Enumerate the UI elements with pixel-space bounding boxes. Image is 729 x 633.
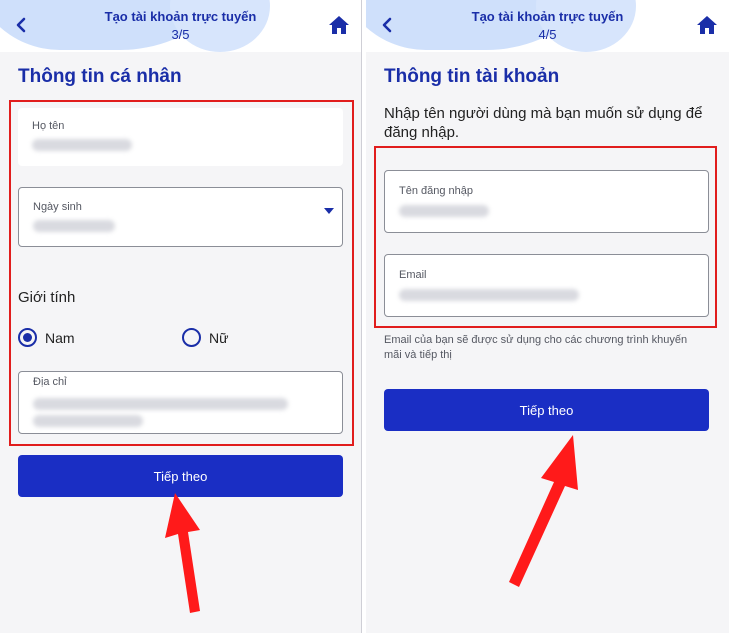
highlight-box (374, 146, 717, 328)
screen-personal-info: Tạo tài khoản trực tuyến 3/5 Thông tin c… (0, 0, 361, 633)
highlight-box (9, 100, 354, 446)
arrow-annotation (165, 493, 200, 613)
header-title: Tạo tài khoản trực tuyến (471, 9, 624, 24)
home-icon (329, 16, 349, 34)
next-button[interactable]: Tiếp theo (18, 455, 343, 497)
intro-text: Nhập tên người dùng mà bạn muốn sử dụng … (384, 105, 703, 141)
app-header: Tạo tài khoản trực tuyến 4/5 (366, 0, 729, 52)
home-button[interactable] (327, 13, 351, 37)
step-indicator: 4/5 (538, 27, 557, 42)
arrow-annotation (509, 435, 578, 587)
step-indicator: 3/5 (171, 27, 190, 42)
home-icon (697, 16, 717, 34)
section-title: Thông tin cá nhân (18, 66, 182, 87)
section-title: Thông tin tài khoản (384, 66, 560, 87)
home-button[interactable] (695, 13, 719, 37)
header-title: Tạo tài khoản trực tuyến (104, 9, 257, 24)
screen-account-info: Tạo tài khoản trực tuyến 4/5 Thông tin t… (366, 0, 729, 633)
app-header: Tạo tài khoản trực tuyến 3/5 (0, 0, 361, 52)
next-button[interactable]: Tiếp theo (384, 389, 709, 431)
email-helper-text: Email của bạn sẽ được sử dụng cho các ch… (384, 334, 688, 361)
